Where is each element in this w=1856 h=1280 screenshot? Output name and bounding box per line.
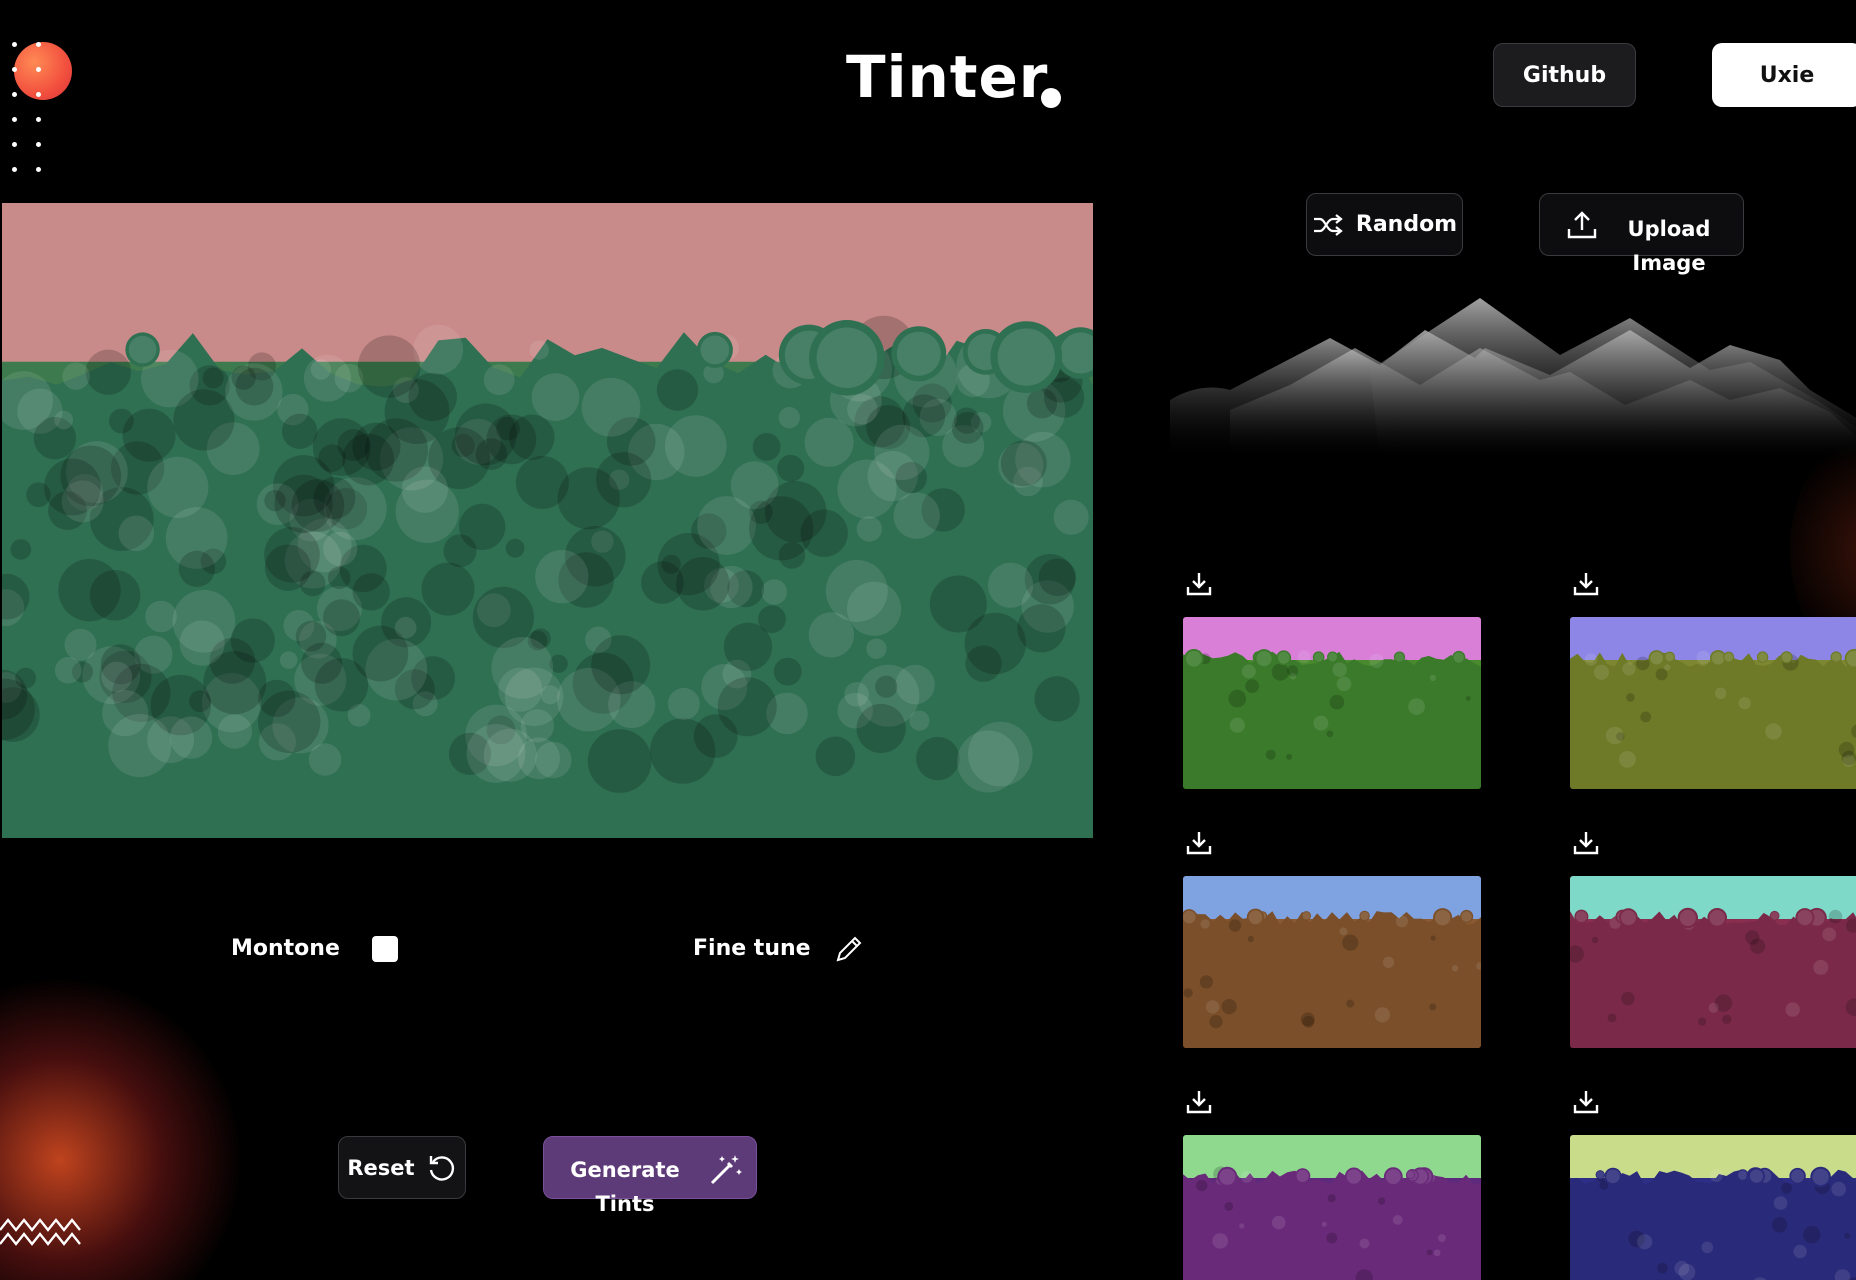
upload-icon: [1567, 211, 1597, 239]
mountains-illustration: [1170, 298, 1856, 460]
dot: [36, 142, 41, 147]
generate-label: Generate Tints: [570, 1158, 680, 1216]
tint-thumbnail[interactable]: [1570, 617, 1856, 789]
dot: [36, 117, 41, 122]
download-icon[interactable]: [1572, 1088, 1600, 1116]
download-icon[interactable]: [1572, 570, 1600, 598]
fine-tune-label: Fine tune: [693, 936, 811, 961]
tint-thumbnail[interactable]: [1570, 1135, 1856, 1280]
tinter-page: Tinter Github Uxie Random Upload Image M…: [0, 0, 1856, 1280]
dot: [36, 167, 41, 172]
dot: [12, 42, 17, 47]
dot-pattern: [12, 42, 52, 202]
app-title: Tinter: [846, 43, 1049, 111]
download-icon[interactable]: [1185, 829, 1213, 857]
monotone-label: Montone: [231, 936, 340, 961]
random-button[interactable]: Random: [1306, 193, 1463, 256]
upload-image-button[interactable]: Upload Image: [1539, 193, 1744, 275]
main-image-preview: [2, 203, 1093, 838]
github-button[interactable]: Github: [1493, 43, 1636, 107]
title-dot: [1041, 88, 1061, 108]
tint-thumbnail[interactable]: [1183, 1135, 1481, 1280]
dot: [36, 42, 41, 47]
dot: [36, 67, 41, 72]
reset-button[interactable]: Reset: [338, 1136, 466, 1199]
dot: [12, 167, 17, 172]
reset-icon: [429, 1155, 454, 1181]
monotone-checkbox[interactable]: [372, 936, 398, 962]
dot: [12, 67, 17, 72]
magic-wand-icon: [710, 1155, 742, 1185]
uxie-button[interactable]: Uxie: [1712, 43, 1856, 107]
reset-label: Reset: [347, 1155, 415, 1180]
dot: [36, 92, 41, 97]
dot: [12, 142, 17, 147]
shuffle-icon: [1313, 213, 1343, 236]
generate-tints-button[interactable]: Generate Tints: [543, 1136, 757, 1216]
dot: [12, 117, 17, 122]
tint-thumbnail[interactable]: [1183, 876, 1481, 1048]
download-icon[interactable]: [1185, 1088, 1213, 1116]
upload-label: Upload Image: [1627, 217, 1711, 275]
pencil-icon[interactable]: [834, 934, 864, 964]
zigzag-decoration: [0, 1218, 81, 1246]
tint-thumbnail[interactable]: [1570, 876, 1856, 1048]
download-icon[interactable]: [1572, 829, 1600, 857]
tint-thumbnail[interactable]: [1183, 617, 1481, 789]
dot: [12, 92, 17, 97]
random-label: Random: [1355, 212, 1458, 237]
download-icon[interactable]: [1185, 570, 1213, 598]
